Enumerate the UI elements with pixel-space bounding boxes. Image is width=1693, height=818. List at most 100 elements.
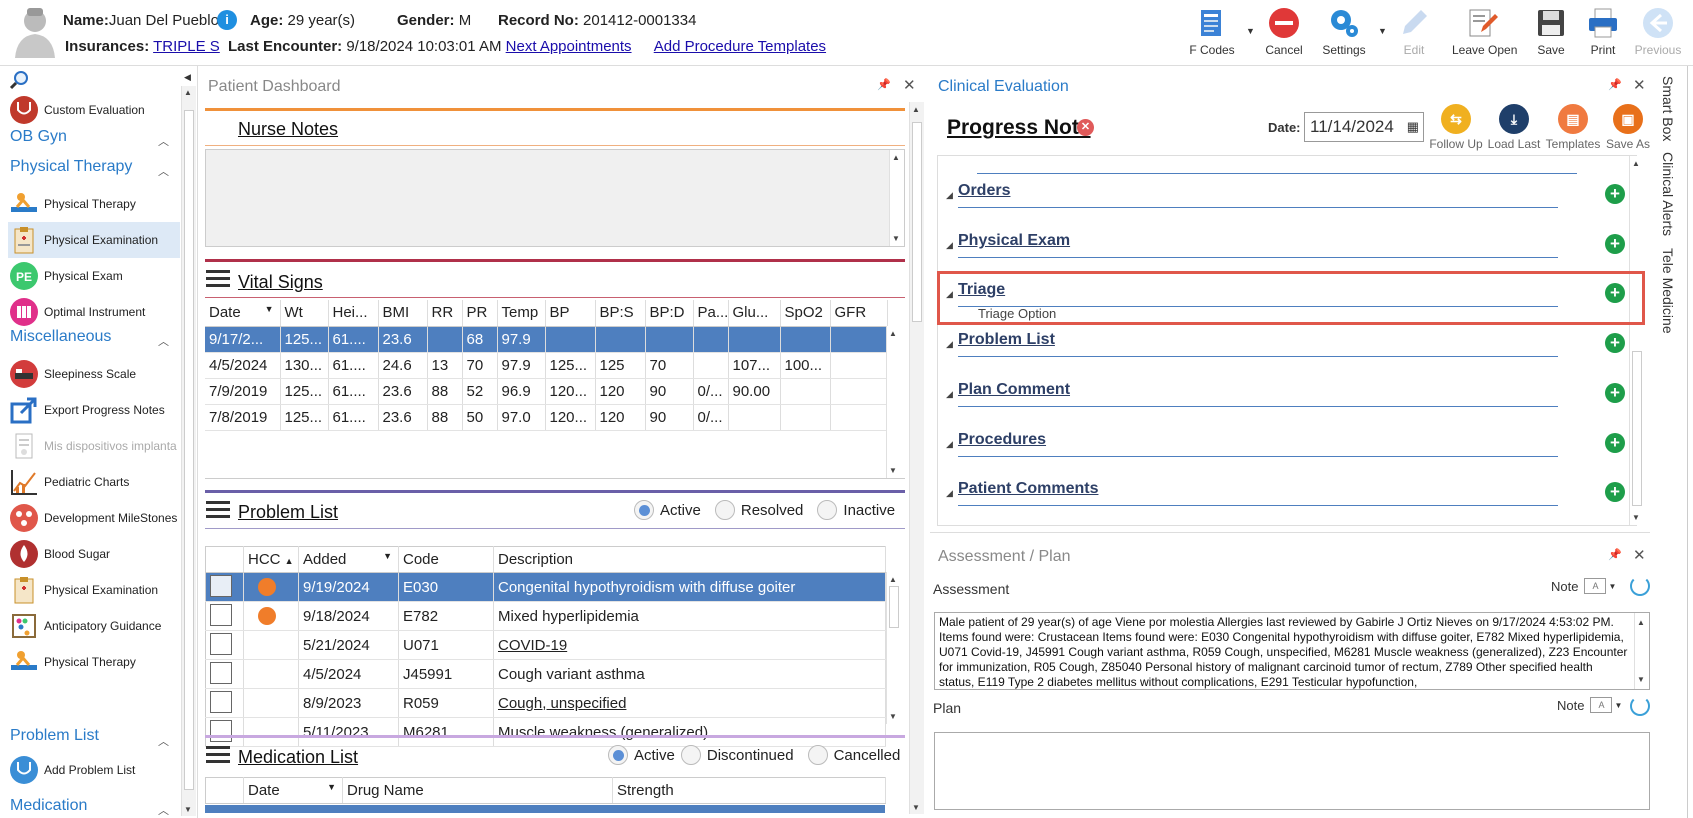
add-orders-icon[interactable]: + bbox=[1605, 184, 1625, 204]
row-checkbox[interactable] bbox=[210, 691, 232, 713]
problem-row[interactable]: 9/18/2024 E782 Mixed hyperlipidemia bbox=[205, 601, 886, 631]
nav-item-anticipatory-guidance[interactable]: Anticipatory Guidance bbox=[8, 608, 180, 644]
col-description[interactable]: Description bbox=[493, 546, 886, 573]
nav-item-optimal-instrument[interactable]: Optimal Instrument bbox=[8, 294, 180, 330]
nav-section-miscellaneous[interactable]: Miscellaneous bbox=[10, 328, 111, 346]
nav-item-blood-sugar[interactable]: Blood Sugar bbox=[8, 536, 180, 572]
follow-up-button[interactable]: ⇆ Follow Up bbox=[1428, 104, 1484, 151]
triage-option[interactable]: Triage Option bbox=[978, 306, 1056, 321]
vitals-col-header[interactable]: Temp bbox=[497, 300, 546, 327]
nav-item-physical-therapy[interactable]: Physical Therapy bbox=[8, 186, 180, 222]
dashboard-scrollbar[interactable]: ▲ ▼ bbox=[909, 102, 924, 814]
nav-item-mis-dispositivos[interactable]: Mis dispositivos implanta bbox=[8, 428, 180, 464]
vitals-col-header[interactable]: BP:D bbox=[645, 300, 694, 327]
problem-row[interactable]: 5/21/2024 U071 COVID-19 bbox=[205, 630, 886, 660]
row-checkbox[interactable] bbox=[210, 633, 232, 655]
chevron-up-icon[interactable]: ︿ bbox=[158, 802, 169, 818]
assessment-textarea[interactable]: Male patient of 29 year(s) of age Viene … bbox=[934, 612, 1650, 690]
row-checkbox[interactable] bbox=[210, 604, 232, 626]
templates-button[interactable]: ▤ Templates bbox=[1545, 104, 1601, 151]
tab-smart-box[interactable]: Smart Box bbox=[1660, 76, 1676, 141]
assessment-scrollbar[interactable]: ▲ ▼ bbox=[1634, 613, 1649, 689]
add-physical-exam-icon[interactable]: + bbox=[1605, 234, 1625, 254]
nav-item-add-problem-list[interactable]: Add Problem List bbox=[8, 752, 180, 788]
chevron-up-icon[interactable]: ︿ bbox=[158, 333, 169, 349]
dashboard-scroll-thumb[interactable] bbox=[912, 122, 922, 322]
col-select[interactable] bbox=[205, 777, 244, 804]
col-date[interactable]: Date ▼ bbox=[243, 777, 343, 804]
cancel-button[interactable]: Cancel bbox=[1254, 4, 1314, 60]
add-procedure-templates-link[interactable]: Add Procedure Templates bbox=[654, 38, 826, 55]
vitals-row[interactable]: 7/9/2019 125... 61.... 23.6 88 52 96.9 120... 12… bbox=[205, 378, 888, 405]
pin-icon[interactable]: 📌 bbox=[1608, 78, 1622, 91]
vitals-scrollbar[interactable]: ▲ ▼ bbox=[886, 326, 901, 478]
row-checkbox-cell[interactable] bbox=[205, 688, 244, 718]
save-button[interactable]: Save bbox=[1521, 4, 1581, 60]
nav-section-ob-gyn[interactable]: OB Gyn bbox=[10, 128, 67, 146]
vitals-col-header[interactable]: BP:S bbox=[595, 300, 646, 327]
nav-item-physical-exam[interactable]: PE Physical Exam bbox=[8, 258, 180, 294]
pin-icon[interactable]: 📌 bbox=[1608, 548, 1622, 561]
vitals-col-header[interactable]: Pa... bbox=[693, 300, 729, 327]
row-checkbox-cell[interactable] bbox=[205, 630, 244, 660]
vitals-col-header[interactable]: Date ▼ bbox=[205, 300, 281, 327]
tab-tele-medicine[interactable]: Tele Medicine bbox=[1660, 248, 1676, 334]
nurse-notes-textarea[interactable]: ▲ ▼ bbox=[205, 149, 905, 247]
section-problem-list[interactable]: ◢ Problem List + bbox=[937, 327, 1637, 367]
calendar-icon[interactable]: ▦ bbox=[1407, 119, 1419, 135]
row-checkbox-cell[interactable] bbox=[205, 717, 244, 747]
nav-item-export-progress-notes[interactable]: Export Progress Notes bbox=[8, 392, 180, 428]
menu-icon[interactable] bbox=[206, 501, 230, 519]
plan-refresh-icon[interactable] bbox=[1630, 696, 1650, 716]
vitals-col-header[interactable]: SpO2 bbox=[780, 300, 831, 327]
col-drug-name[interactable]: Drug Name bbox=[342, 777, 613, 804]
problem-row[interactable]: 9/19/2024 E030 Congenital hypothyroidism w… bbox=[205, 572, 886, 602]
problem-row[interactable]: 8/9/2023 R059 Cough, unspecified bbox=[205, 688, 886, 718]
date-input[interactable]: 11/14/2024 ▦ bbox=[1304, 112, 1424, 142]
print-button[interactable]: Print bbox=[1573, 4, 1633, 60]
nav-item-custom-evaluation[interactable]: Custom Evaluation bbox=[8, 92, 180, 128]
close-icon[interactable]: ✕ bbox=[1633, 76, 1646, 94]
close-icon[interactable]: ✕ bbox=[1633, 546, 1646, 564]
chevron-up-icon[interactable]: ︿ bbox=[158, 133, 169, 149]
nav-item-physical-therapy-2[interactable]: Physical Therapy bbox=[8, 644, 180, 680]
vitals-col-header[interactable]: GFR bbox=[830, 300, 888, 327]
row-checkbox[interactable] bbox=[210, 662, 232, 684]
vitals-col-header[interactable]: PR bbox=[462, 300, 498, 327]
med-filter-cancelled[interactable]: Cancelled bbox=[807, 745, 900, 765]
info-icon[interactable]: i bbox=[217, 10, 237, 30]
problems-scrollbar[interactable]: ▲ ▼ bbox=[886, 572, 901, 724]
nav-item-physical-examination[interactable]: Physical Examination bbox=[8, 222, 180, 258]
vitals-col-header[interactable]: Glu... bbox=[728, 300, 781, 327]
nav-item-sleepiness-scale[interactable]: Sleepiness Scale bbox=[8, 356, 180, 392]
problem-filter-inactive[interactable]: Inactive bbox=[817, 500, 895, 520]
close-icon[interactable]: ✕ bbox=[903, 76, 916, 94]
nav-section-medication[interactable]: Medication bbox=[10, 797, 87, 815]
nav-scroll-thumb[interactable] bbox=[184, 110, 194, 790]
col-hcc[interactable]: HCC ▲ bbox=[243, 546, 299, 573]
section-plan-comment[interactable]: ◢ Plan Comment + bbox=[937, 377, 1637, 417]
problem-row[interactable]: 5/11/2023 M6281 Muscle weakness (generaliz… bbox=[205, 717, 886, 747]
row-checkbox-cell[interactable] bbox=[205, 572, 244, 602]
add-plan-comment-icon[interactable]: + bbox=[1605, 383, 1625, 403]
section-orders[interactable]: ◢ Orders + bbox=[937, 178, 1637, 218]
menu-icon[interactable] bbox=[206, 746, 230, 764]
med-filter-active[interactable]: Active bbox=[608, 745, 675, 765]
section-patient-comments[interactable]: ◢ Patient Comments + bbox=[937, 476, 1637, 516]
vitals-col-header[interactable]: BMI bbox=[378, 300, 428, 327]
problem-filter-resolved[interactable]: Resolved bbox=[714, 500, 803, 520]
nav-item-development-milestones[interactable]: Development MileStones bbox=[8, 500, 180, 536]
next-appointments-link[interactable]: Next Appointments bbox=[506, 38, 632, 55]
row-checkbox[interactable] bbox=[210, 575, 232, 597]
row-checkbox[interactable] bbox=[210, 720, 232, 742]
vitals-col-header[interactable]: BP bbox=[545, 300, 596, 327]
problem-filter-active[interactable]: Active bbox=[634, 500, 701, 520]
nav-section-physical-therapy[interactable]: Physical Therapy bbox=[10, 158, 132, 176]
add-patient-comments-icon[interactable]: + bbox=[1605, 482, 1625, 502]
nav-item-pediatric-charts[interactable]: Pediatric Charts bbox=[8, 464, 180, 500]
remove-note-icon[interactable]: ✕ bbox=[1077, 119, 1094, 136]
plan-note-dropdown[interactable]: Note A ▼ bbox=[1557, 697, 1622, 713]
section-procedures[interactable]: ◢ Procedures + bbox=[937, 427, 1637, 467]
row-checkbox-cell[interactable] bbox=[205, 659, 244, 689]
settings-button[interactable]: Settings bbox=[1314, 4, 1374, 60]
